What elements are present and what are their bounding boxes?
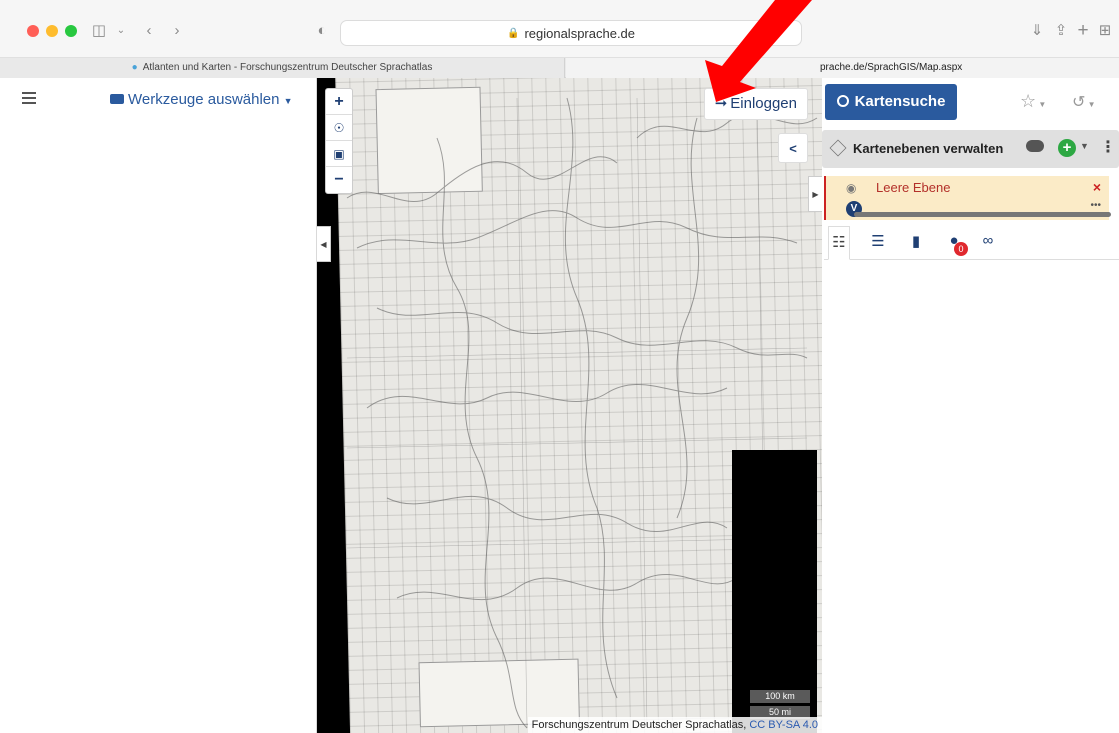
layer-item[interactable]: ◉ Leere Ebene × V ••• [824, 176, 1111, 220]
tab-link-icon[interactable]: ∞ [976, 232, 1000, 254]
globe-icon: ● [131, 62, 138, 73]
layer-manager-bar: Kartenebenen verwalten + ▼ ⋮ [822, 130, 1119, 168]
eye-icon[interactable]: ◉ [846, 181, 856, 195]
browser-window: ◫ ⌄ ‹ › ◐ 🔒 regionalsprache.de ⇓ ⇪ + ⊞ ●… [0, 0, 1119, 733]
license-link[interactable]: CC BY-SA 4.0 [749, 719, 818, 731]
marker-count-badge: 0 [954, 242, 968, 256]
map-attribution: Forschungszentrum Deutscher Sprachatlas,… [527, 717, 822, 733]
forward-icon[interactable]: › [170, 20, 184, 42]
more-options-icon[interactable]: ⋮ [1100, 139, 1116, 157]
download-icon[interactable]: ⇓ [1028, 20, 1046, 42]
browser-toolbar: ◫ ⌄ ‹ › ◐ 🔒 regionalsprache.de ⇓ ⇪ + ⊞ [0, 0, 1119, 58]
new-tab-icon[interactable]: + [1074, 20, 1092, 42]
collapse-left-panel-button[interactable]: ◀ [317, 226, 331, 262]
tab-chart-icon[interactable]: ▮ [904, 232, 928, 254]
layer-scrollbar[interactable] [854, 212, 1111, 217]
search-icon [836, 95, 849, 107]
tools-label: Werkzeuge auswählen [128, 91, 280, 108]
right-panel: Kartensuche ☆ ▼ ↺ ▼ Kartenebenen verwalt… [822, 78, 1119, 733]
menu-icon[interactable] [22, 92, 36, 104]
chevron-down-icon[interactable]: ⌄ [115, 20, 127, 42]
close-window-button[interactable] [27, 25, 39, 37]
map-canvas[interactable]: + ☉ ▣ − ◀ ▶ ➞ Einloggen < 100 km 50 mi Fo… [317, 78, 822, 733]
layer-manager-label: Kartenebenen verwalten [853, 141, 1004, 156]
toolbox-icon [110, 94, 124, 104]
sidebar-toggle-icon[interactable]: ◫ [90, 20, 108, 42]
cloud-upload-icon[interactable] [1026, 140, 1044, 152]
shield-icon[interactable]: ◐ [314, 20, 330, 42]
zoom-out-button[interactable]: − [326, 167, 352, 193]
caret-down-icon: ▼ [283, 96, 293, 106]
back-icon[interactable]: ‹ [142, 20, 156, 42]
tab-document-icon[interactable]: ☷ [828, 226, 850, 260]
tools-dropdown[interactable]: Werkzeuge auswählen ▼ [110, 90, 293, 111]
minimize-window-button[interactable] [46, 25, 58, 37]
share-icon[interactable]: ⇪ [1052, 20, 1070, 42]
collapse-right-panel-button[interactable]: ▶ [808, 176, 822, 212]
layer-options-icon[interactable]: ••• [1090, 200, 1101, 211]
login-button[interactable]: ➞ Einloggen [703, 88, 808, 120]
address-bar[interactable]: 🔒 regionalsprache.de [340, 20, 802, 46]
map-search-label: Kartensuche [854, 93, 946, 110]
login-label: Einloggen [730, 95, 797, 112]
left-panel: Werkzeuge auswählen ▼ [0, 78, 317, 733]
zoom-in-button[interactable]: + [326, 89, 352, 115]
share-map-button[interactable]: < [778, 133, 808, 163]
map-search-button[interactable]: Kartensuche [825, 84, 957, 120]
tab-atlanten[interactable]: ● Atlanten und Karten - Forschungszentrum… [0, 58, 565, 78]
attribution-text: Forschungszentrum Deutscher Sprachatlas, [531, 719, 750, 731]
maximize-window-button[interactable] [65, 25, 77, 37]
tab-label: Atlanten und Karten - Forschungszentrum … [142, 62, 433, 73]
address-text: regionalsprache.de [524, 25, 636, 41]
star-icon[interactable]: ☆ ▼ [1020, 91, 1046, 112]
history-icon[interactable]: ↺ ▼ [1072, 92, 1096, 112]
globe-icon[interactable]: ☉ [326, 115, 352, 141]
map-zoom-control: + ☉ ▣ − [325, 88, 353, 194]
unlock-icon[interactable]: ▣ [326, 141, 352, 167]
url-tooltip: prache.de/SprachGIS/Map.aspx [818, 58, 963, 78]
tab-list-icon[interactable]: ☰ [866, 232, 890, 254]
layers-icon [829, 139, 847, 157]
scale-km: 100 km [750, 690, 810, 703]
lock-icon: 🔒 [506, 27, 520, 39]
layer-name: Leere Ebene [876, 180, 951, 195]
login-icon: ➞ [714, 95, 728, 112]
remove-layer-icon[interactable]: × [1093, 179, 1101, 195]
caret-down-icon[interactable]: ▼ [1080, 141, 1089, 151]
tab-overview-icon[interactable]: ⊞ [1096, 20, 1114, 42]
add-layer-icon[interactable]: + [1058, 139, 1076, 157]
panel-tabs: ☷ ☰ ▮ ● 0 ∞ [824, 226, 1119, 260]
